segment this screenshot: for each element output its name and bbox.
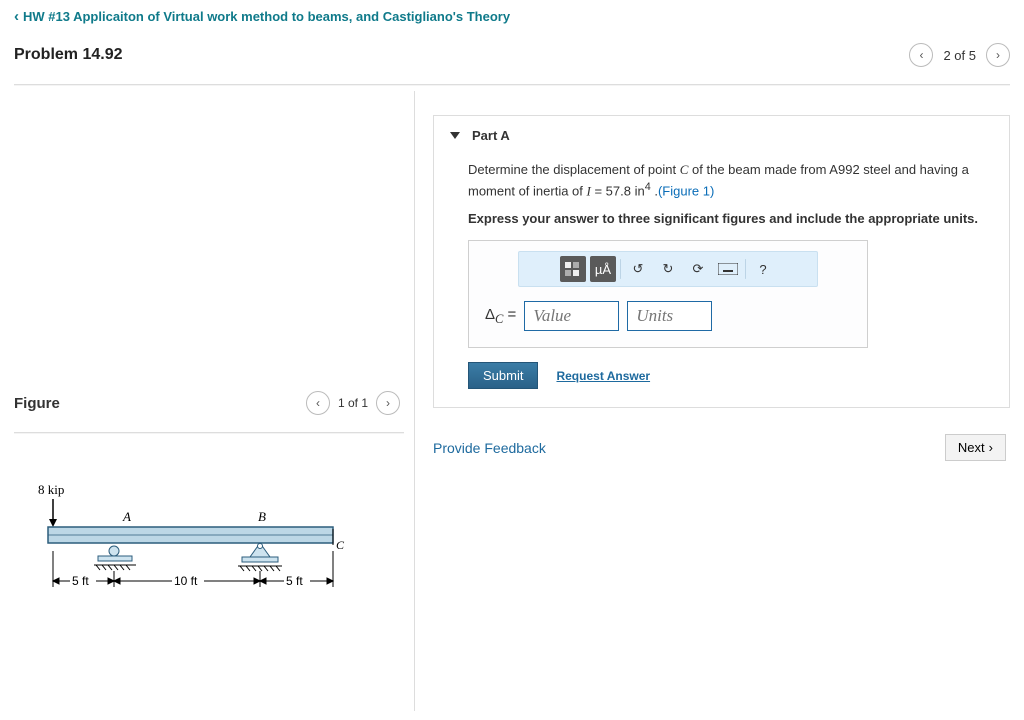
chevron-left-icon: ‹ — [14, 8, 19, 25]
figure-pager-label: 1 of 1 — [338, 396, 368, 410]
part-a-prompt: Determine the displacement of point C of… — [468, 161, 987, 201]
submit-button[interactable]: Submit — [468, 362, 538, 389]
units-icon[interactable]: µÅ — [590, 256, 616, 282]
collapse-icon — [450, 132, 460, 139]
divider — [14, 432, 404, 433]
problem-pager-label: 2 of 5 — [943, 48, 976, 63]
next-button-label: Next — [958, 440, 985, 455]
divider — [14, 84, 1010, 85]
problem-title: Problem 14.92 — [14, 46, 123, 64]
templates-icon[interactable] — [560, 256, 586, 282]
svg-text:C: C — [336, 538, 345, 552]
answer-value-input[interactable] — [524, 301, 619, 331]
figure-image: 8 kip A B C — [14, 439, 404, 622]
figure-title: Figure — [14, 395, 60, 412]
next-problem-button[interactable]: › — [986, 43, 1010, 67]
undo-icon[interactable]: ↺ — [625, 256, 651, 282]
prev-figure-button[interactable]: ‹ — [306, 391, 330, 415]
prev-problem-button[interactable]: ‹ — [909, 43, 933, 67]
provide-feedback-link[interactable]: Provide Feedback — [433, 440, 546, 456]
figure-link[interactable]: (Figure 1) — [658, 183, 714, 198]
svg-text:A: A — [122, 509, 131, 524]
part-a-header[interactable]: Part A — [434, 116, 1009, 151]
svg-text:B: B — [258, 509, 266, 524]
back-link[interactable]: ‹ HW #13 Applicaiton of Virtual work met… — [14, 8, 510, 25]
back-link-label: HW #13 Applicaiton of Virtual work metho… — [23, 9, 510, 24]
help-icon[interactable]: ? — [750, 256, 776, 282]
problem-pager: ‹ 2 of 5 › — [909, 43, 1010, 67]
part-a-instruction: Express your answer to three significant… — [468, 211, 987, 226]
next-figure-button[interactable]: › — [376, 391, 400, 415]
keyboard-icon[interactable] — [715, 256, 741, 282]
request-answer-link[interactable]: Request Answer — [556, 369, 650, 383]
redo-icon[interactable]: ↻ — [655, 256, 681, 282]
answer-toolbar: µÅ ↺ ↻ ⟳ ? — [518, 251, 818, 287]
answer-variable-label: ΔC = — [485, 306, 516, 327]
reset-icon[interactable]: ⟳ — [685, 256, 711, 282]
part-a-heading: Part A — [472, 128, 510, 143]
answer-box: µÅ ↺ ↻ ⟳ ? — [468, 240, 868, 348]
svg-text:10 ft: 10 ft — [174, 574, 198, 588]
svg-text:5 ft: 5 ft — [286, 574, 303, 588]
chevron-right-icon: › — [989, 440, 993, 455]
next-button[interactable]: Next › — [945, 434, 1006, 461]
answer-units-input[interactable] — [627, 301, 712, 331]
svg-text:8 kip: 8 kip — [38, 482, 64, 497]
svg-text:5 ft: 5 ft — [72, 574, 89, 588]
part-a-card: Part A Determine the displacement of poi… — [433, 115, 1010, 408]
